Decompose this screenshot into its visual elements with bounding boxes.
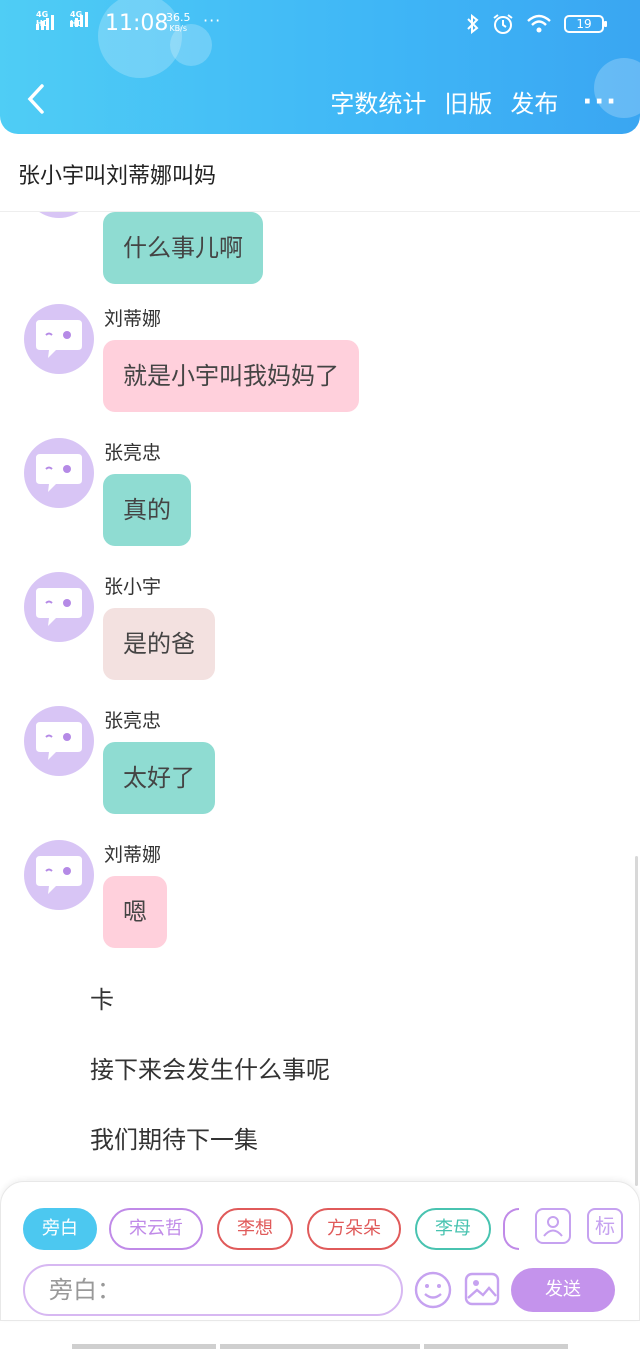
role-chip[interactable]: 方朵朵 (307, 1208, 401, 1250)
role-chip[interactable]: 李想 (217, 1208, 293, 1250)
chat-bubble-face-icon (36, 320, 82, 358)
chat-bubble-face-icon (36, 454, 82, 492)
message-bubble[interactable]: 是的爸 (103, 608, 215, 680)
message-bubble[interactable]: 真的 (103, 474, 191, 546)
avatar[interactable] (24, 304, 94, 374)
message-input[interactable]: 旁白： (23, 1264, 403, 1316)
sender-name: 刘蒂娜 (104, 844, 162, 866)
battery-icon: 19 (564, 15, 607, 33)
chevron-left-icon[interactable] (22, 82, 52, 116)
word-count-button[interactable]: 字数统计 (330, 84, 426, 119)
chat-bubble-face-icon (36, 856, 82, 894)
message-bubble[interactable]: 什么事儿啊 (103, 212, 263, 284)
chat-bubble-face-icon (36, 722, 82, 760)
role-chip-partial[interactable] (503, 1208, 519, 1250)
status-bar: 4G HD 4G HD 11:08 36.5 KB/s ··· 19 (0, 0, 640, 50)
narration-line[interactable]: 我们期待下一集 (90, 1120, 258, 1155)
signal-icon: 4G HD (36, 10, 54, 30)
avatar[interactable] (24, 706, 94, 776)
story-title-bar: 张小宇叫刘蒂娜叫妈 (0, 134, 640, 212)
smiley-icon[interactable] (413, 1270, 453, 1310)
system-nav-bar (72, 1344, 216, 1349)
story-title[interactable]: 张小宇叫刘蒂娜叫妈 (18, 158, 216, 190)
avatar[interactable] (24, 840, 94, 910)
status-overflow-dots: ··· (203, 11, 222, 30)
sender-name: 张小宇 (104, 576, 162, 598)
system-nav-bar (424, 1344, 568, 1349)
sender-name: 张亮忠 (104, 710, 162, 732)
scrollbar[interactable] (635, 856, 638, 1186)
message-bubble[interactable]: 太好了 (103, 742, 215, 814)
nav-bar: 字数统计 旧版 发布 ··· (0, 68, 640, 128)
image-icon[interactable] (463, 1270, 501, 1308)
send-button[interactable]: 发送 (511, 1268, 615, 1312)
sender-name: 刘蒂娜 (104, 308, 162, 330)
message-bubble[interactable]: 就是小宇叫我妈妈了 (103, 340, 359, 412)
narration-line[interactable]: 卡 (90, 980, 114, 1015)
status-time: 11:08 (105, 11, 169, 36)
role-chip[interactable]: 李母 (415, 1208, 491, 1250)
person-card-icon[interactable] (535, 1208, 571, 1244)
app-header: 4G HD 4G HD 11:08 36.5 KB/s ··· 19 字数统计 … (0, 0, 640, 134)
wifi-icon (527, 14, 551, 33)
narration-line[interactable]: 接下来会发生什么事呢 (90, 1050, 330, 1085)
compose-panel: 旁白 宋云哲 李想 方朵朵 李母 标 旁白： 发送 (0, 1181, 640, 1321)
sender-name: 张亮忠 (104, 442, 162, 464)
role-chip[interactable]: 宋云哲 (109, 1208, 203, 1250)
publish-button[interactable]: 发布 (510, 84, 558, 119)
signal-icon: 4G HD (70, 10, 88, 28)
chat-area[interactable]: 什么事儿啊 刘蒂娜 就是小宇叫我妈妈了 张亮忠 真的 张小宇 是的爸 张亮忠 太… (0, 212, 640, 1180)
message-bubble[interactable]: 嗯 (103, 876, 167, 948)
avatar[interactable] (24, 572, 94, 642)
bluetooth-icon (467, 14, 479, 34)
avatar[interactable] (24, 438, 94, 508)
chat-bubble-face-icon (36, 588, 82, 626)
mark-button[interactable]: 标 (587, 1208, 623, 1244)
network-speed: 36.5 KB/s (166, 11, 191, 33)
role-chip-narrator[interactable]: 旁白 (23, 1208, 97, 1250)
system-nav-bar (220, 1344, 420, 1349)
alarm-icon (493, 14, 513, 34)
old-version-button[interactable]: 旧版 (444, 84, 492, 119)
more-options-button[interactable]: ··· (582, 87, 618, 117)
avatar[interactable] (24, 212, 94, 218)
